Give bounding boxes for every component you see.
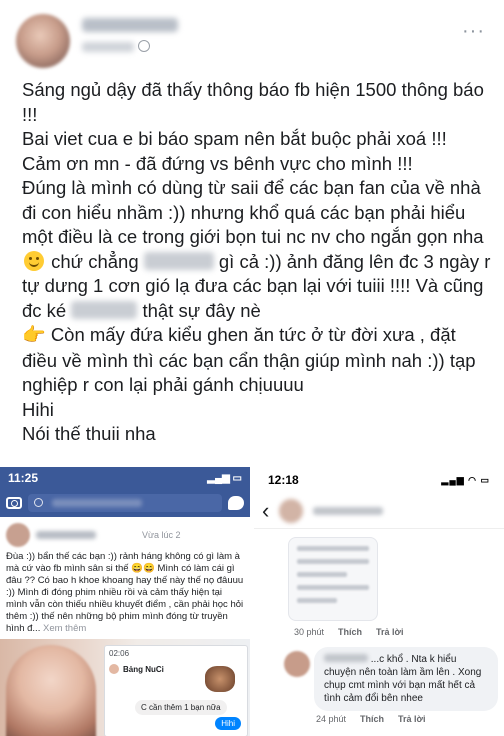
signal-icon: ▂▄▆ ▭: [207, 472, 242, 484]
post-line: Đúng là mình có dùng từ saii để các bạn …: [22, 176, 492, 323]
status-time: 11:25: [8, 471, 39, 485]
commenter-avatar[interactable]: [284, 651, 310, 677]
chat-header: 02:06: [105, 646, 247, 661]
status-time: 12:18: [268, 473, 299, 487]
post-line: Bai viet cua e bi báo spam nên bắt buộc …: [22, 128, 447, 149]
author-name-blurred[interactable]: [36, 531, 96, 539]
status-bar: 11:25 ▂▄▆ ▭: [0, 467, 250, 489]
post-line-text: thật sự đây nè: [142, 299, 261, 321]
avatar[interactable]: [279, 498, 304, 523]
more-icon[interactable]: ···: [462, 21, 485, 41]
blurred-line: [297, 559, 369, 564]
avatar[interactable]: [6, 523, 30, 547]
blurred-word: [143, 251, 214, 270]
blurred-line: [297, 572, 347, 577]
chat-name: Bảng NuCi: [123, 664, 164, 674]
blurred-line: [297, 598, 337, 603]
post-time-blurred: [82, 42, 134, 52]
post-time: Vừa lúc 2: [142, 530, 181, 540]
fb-navbar: [0, 489, 250, 517]
post-line: Cảm ơn mn - đã đứng vs bênh vực cho mình…: [22, 152, 413, 174]
attached-screenshot[interactable]: [288, 537, 378, 621]
see-more-link[interactable]: Xem thêm: [43, 623, 86, 634]
commenter-name-blurred[interactable]: [324, 654, 368, 662]
post-photo[interactable]: 02:06 Bảng NuCi C cần thêm 1 bạn nữa Hih…: [0, 639, 250, 736]
sticker-image: [205, 666, 235, 692]
pointing-hand-icon: 👉: [22, 325, 46, 346]
author-name-blurred[interactable]: [313, 506, 384, 515]
screenshot-post-head: Vừa lúc 2: [0, 517, 250, 549]
author-name-blurred[interactable]: [82, 18, 178, 32]
search-input[interactable]: [28, 494, 222, 512]
status-bar: 12:18 ▂▄▆ ◠ ▭: [254, 467, 504, 493]
comment-actions: 24 phút Thích Trả lời: [316, 714, 425, 724]
reply-link[interactable]: Trả lời: [376, 627, 403, 637]
globe-icon: [138, 40, 150, 52]
comment-bubble: ...c khổ . Nta k hiểu chuyện nên toàn là…: [314, 647, 498, 711]
post-line-text: Đúng là mình có dùng từ saii để các bạn …: [22, 177, 484, 247]
comment-time: 30 phút: [294, 627, 325, 637]
blurred-line: [297, 585, 369, 590]
post-line: Sáng ngủ dậy đã thấy thông báo fb hiện 1…: [22, 79, 484, 125]
chat-bubble: C cần thêm 1 bạn nữa: [135, 700, 227, 715]
chat-avatar: [109, 664, 119, 674]
person-photo: [6, 645, 96, 736]
smile-emoji-icon: [24, 250, 44, 271]
comment-time: 24 phút: [316, 714, 347, 724]
post-line: 👉 Còn mấy đứa kiểu ghen ăn tức ở từ đời …: [22, 323, 492, 398]
back-icon[interactable]: ‹: [262, 499, 269, 522]
post-line-text: chứ chẳng: [51, 250, 139, 272]
comment-actions: 30 phút Thích Trả lời: [294, 627, 403, 637]
screenshot-post-text: Đùa :)) bẩn thế các bạn :)) rảnh háng kh…: [0, 549, 250, 637]
messenger-icon[interactable]: [228, 496, 244, 510]
post-header: ···: [0, 0, 504, 72]
post-line-text: Còn mấy đứa kiểu ghen ăn tức ở từ đời xư…: [22, 324, 476, 395]
post-text: Đùa :)) bẩn thế các bạn :)) rảnh háng kh…: [6, 551, 244, 634]
chat-reply-bubble: Hihi: [215, 717, 241, 730]
post-body: Sáng ngủ dậy đã thấy thông báo fb hiện 1…: [22, 78, 492, 447]
comment-nav: ‹: [254, 493, 504, 529]
blurred-word: [71, 300, 138, 319]
reply-link[interactable]: Trả lời: [398, 714, 425, 724]
camera-icon[interactable]: [6, 497, 22, 509]
like-link[interactable]: Thích: [360, 714, 384, 724]
post-line: Hihi: [22, 398, 54, 420]
chat-time: 02:06: [109, 649, 130, 658]
chat-screenshot: 02:06 Bảng NuCi C cần thêm 1 bạn nữa Hih…: [104, 645, 248, 736]
signal-icon: ▂▄▆ ◠ ▭: [441, 474, 490, 485]
post-line: Nói thế thuii nha: [22, 423, 156, 444]
like-link[interactable]: Thích: [338, 627, 362, 637]
blurred-line: [297, 546, 369, 551]
left-screenshot[interactable]: 11:25 ▂▄▆ ▭ Vừa lúc 2 Đùa :)) bẩn thế cá…: [0, 467, 250, 736]
author-avatar[interactable]: [16, 14, 70, 68]
right-screenshot[interactable]: 12:18 ▂▄▆ ◠ ▭ ‹ 30 phút Thích Trả lời ..…: [254, 467, 504, 736]
